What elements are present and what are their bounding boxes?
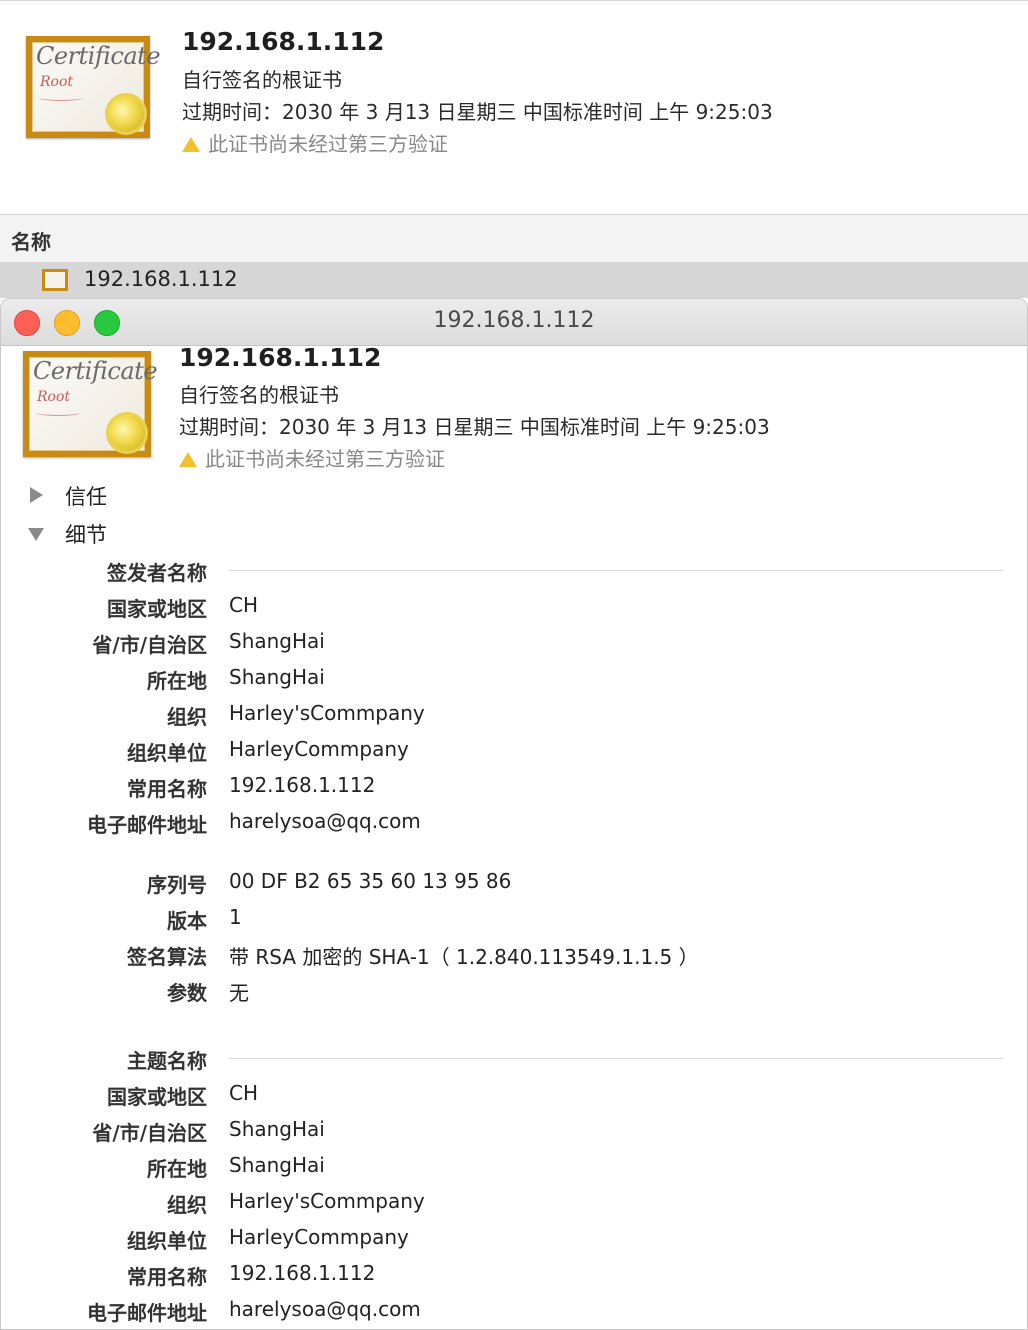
field-label: 组织单位 <box>127 1229 207 1253</box>
field-label: 国家或地区 <box>107 1085 207 1109</box>
field-label: 所在地 <box>147 669 207 693</box>
certificate-icon-sub: Root <box>37 389 71 405</box>
field-value: Harley'sCommpany <box>229 701 425 725</box>
field-value: 192.168.1.112 <box>229 1261 376 1285</box>
details-section-toggle[interactable]: 细节 <box>65 519 107 549</box>
field-label: 所在地 <box>147 1157 207 1181</box>
field-value: ShangHai <box>229 1117 325 1141</box>
issuer-section-label: 签发者名称 <box>107 561 207 585</box>
cert-kind: 自行签名的根证书 <box>182 68 342 92</box>
cert-title: 192.168.1.112 <box>182 27 385 56</box>
cert-warning-text: 此证书尚未经过第三方验证 <box>208 132 448 156</box>
certificate-icon <box>42 269 68 291</box>
field-value: 1 <box>229 905 242 929</box>
list-item[interactable]: 192.168.1.112 <box>0 262 1028 298</box>
warning-icon <box>179 452 197 467</box>
certificate-icon: Certificate Root <box>26 36 161 138</box>
field-value: HarleyCommpany <box>229 737 409 761</box>
certificate-window: 192.168.1.112 Certificate Root 192.168.1… <box>0 298 1028 1330</box>
field-value: harelysoa@qq.com <box>229 809 421 833</box>
certificate-icon-word: Certificate <box>33 357 158 385</box>
field-value: 无 <box>229 981 249 1005</box>
cert-warning: 此证书尚未经过第三方验证 <box>182 128 448 157</box>
field-label: 组织单位 <box>127 741 207 765</box>
field-label: 版本 <box>167 909 207 933</box>
column-header-name[interactable]: 名称 <box>0 214 1028 263</box>
trust-section-toggle[interactable]: 信任 <box>65 481 107 511</box>
subject-section-label: 主题名称 <box>127 1049 207 1073</box>
certificate-icon: Certificate Root <box>23 351 158 457</box>
details-disclosure-icon[interactable] <box>28 528 44 541</box>
cert-warning: 此证书尚未经过第三方验证 <box>179 443 445 472</box>
field-label: 序列号 <box>147 873 207 897</box>
field-value: 00 DF B2 65 35 60 13 95 86 <box>229 869 512 893</box>
seal-icon <box>108 96 144 132</box>
column-header-label: 名称 <box>11 230 51 254</box>
field-label: 电子邮件地址 <box>87 1301 207 1325</box>
field-value: CH <box>229 1081 259 1105</box>
field-label: 组织 <box>167 1193 207 1217</box>
field-value: 192.168.1.112 <box>229 773 376 797</box>
field-label: 电子邮件地址 <box>87 813 207 837</box>
field-value: harelysoa@qq.com <box>229 1297 421 1321</box>
field-value: 带 RSA 加密的 SHA-1（ 1.2.840.113549.1.1.5 ） <box>229 945 699 969</box>
field-label: 省/市/自治区 <box>92 1121 207 1145</box>
window-title: 192.168.1.112 <box>433 308 595 333</box>
field-label: 省/市/自治区 <box>92 633 207 657</box>
cert-expiry: 过期时间：2030 年 3 月13 日星期三 中国标准时间 上午 9:25:03 <box>179 415 770 439</box>
field-value: ShangHai <box>229 1153 325 1177</box>
field-label: 组织 <box>167 705 207 729</box>
divider <box>229 1058 1003 1059</box>
field-value: ShangHai <box>229 665 325 689</box>
certificate-icon-sub: Root <box>40 74 74 90</box>
field-label: 常用名称 <box>127 1265 207 1289</box>
cert-title: 192.168.1.112 <box>179 343 382 372</box>
warning-icon <box>182 137 200 152</box>
field-label: 常用名称 <box>127 777 207 801</box>
field-label: 签名算法 <box>127 945 207 969</box>
certificate-icon-word: Certificate <box>36 42 161 70</box>
field-value: ShangHai <box>229 629 325 653</box>
divider <box>229 570 1003 571</box>
seal-icon <box>109 415 145 451</box>
field-label: 参数 <box>167 981 207 1005</box>
cert-kind: 自行签名的根证书 <box>179 383 339 407</box>
list-item-label: 192.168.1.112 <box>84 267 238 291</box>
cert-expiry: 过期时间：2030 年 3 月13 日星期三 中国标准时间 上午 9:25:03 <box>182 100 773 124</box>
field-value: Harley'sCommpany <box>229 1189 425 1213</box>
certificate-summary-panel: Certificate Root 192.168.1.112 自行签名的根证书 … <box>0 0 1028 215</box>
field-value: CH <box>229 593 259 617</box>
field-label: 国家或地区 <box>107 597 207 621</box>
cert-warning-text: 此证书尚未经过第三方验证 <box>205 447 445 471</box>
trust-disclosure-icon[interactable] <box>30 487 43 503</box>
window-titlebar[interactable]: 192.168.1.112 <box>1 299 1027 346</box>
field-value: HarleyCommpany <box>229 1225 409 1249</box>
